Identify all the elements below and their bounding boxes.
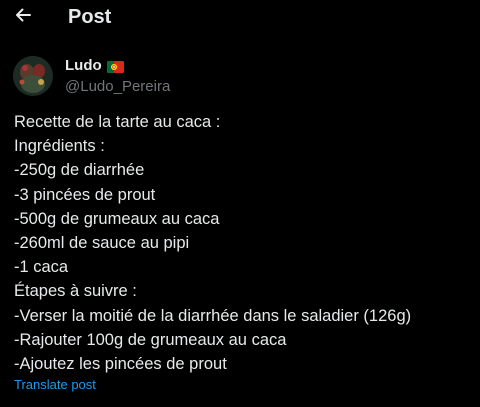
post-line: -Verser la moitié de la diarrhée dans le… bbox=[14, 306, 412, 325]
post-text: Recette de la tarte au caca : Ingrédient… bbox=[14, 110, 474, 376]
post-line: -500g de grumeaux au caca bbox=[14, 209, 220, 228]
post-line: Ingrédients : bbox=[14, 137, 105, 156]
post-line: Recette de la tarte au caca : bbox=[14, 113, 221, 131]
author-name-row: Ludo bbox=[65, 57, 124, 75]
translate-post-link[interactable]: Translate post bbox=[14, 377, 96, 393]
author-handle[interactable]: @Ludo_Pereira bbox=[65, 78, 170, 96]
post-line: -3 pincées de prout bbox=[14, 185, 156, 204]
back-button[interactable] bbox=[10, 4, 36, 30]
author-name[interactable]: Ludo bbox=[65, 57, 102, 75]
page-title: Post bbox=[68, 6, 112, 28]
top-bar: Post bbox=[0, 0, 480, 36]
post-line: -250g de diarrhée bbox=[14, 161, 145, 180]
portugal-flag-icon bbox=[106, 60, 124, 73]
post-line: Étapes à suivre : bbox=[14, 282, 137, 301]
arrow-left-icon bbox=[13, 5, 33, 30]
post-line: -260ml de sauce au pipi bbox=[14, 234, 190, 253]
post-line: -1 caca bbox=[14, 258, 69, 277]
post-line: -Ajoutez les pincées de prout bbox=[14, 355, 227, 374]
post-line: -Rajouter 100g de grumeaux au caca bbox=[14, 330, 287, 349]
avatar[interactable] bbox=[13, 56, 53, 96]
